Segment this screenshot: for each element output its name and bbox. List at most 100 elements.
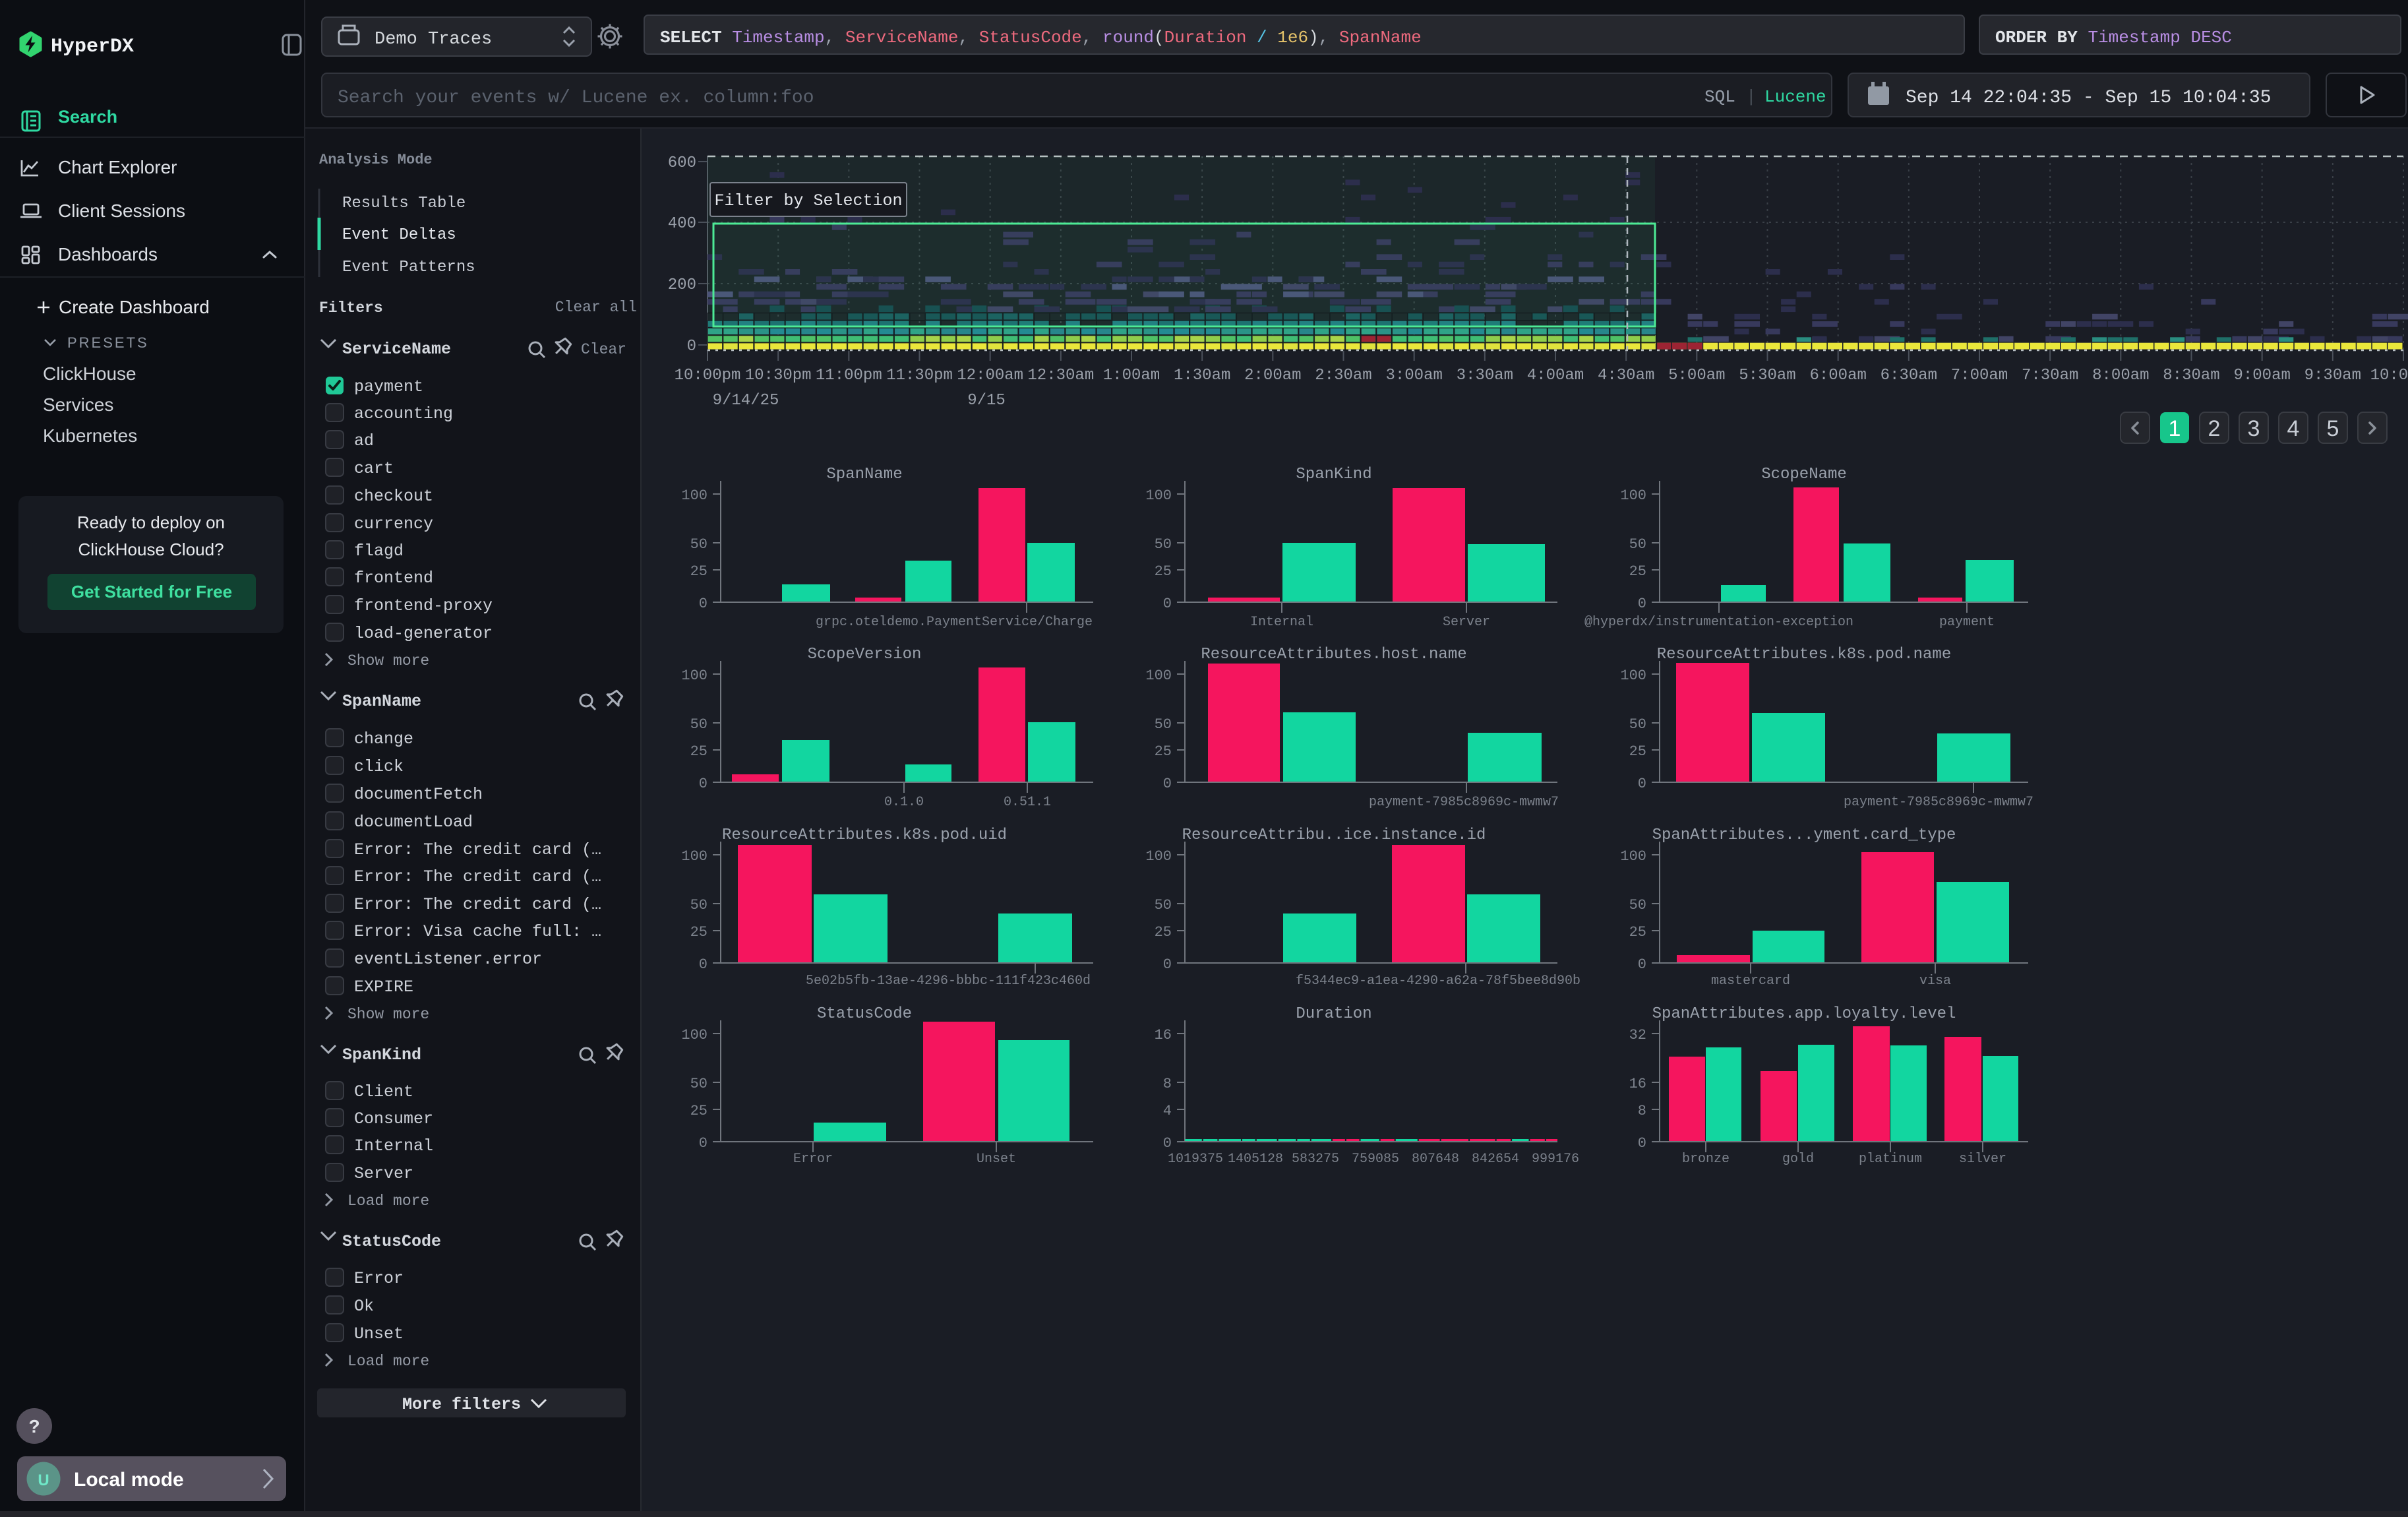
svg-text:50: 50 (1629, 897, 1646, 913)
svg-text:HyperDX: HyperDX (51, 36, 134, 58)
svg-text:25: 25 (1155, 563, 1172, 580)
svg-text:25: 25 (690, 563, 707, 580)
svg-text:Client: Client (354, 1082, 413, 1101)
svg-text:50: 50 (1155, 716, 1172, 733)
svg-text:?: ? (28, 1416, 40, 1437)
svg-text:842654: 842654 (1472, 1152, 1519, 1167)
svg-text:eventListener.error: eventListener.error (354, 950, 542, 969)
svg-text:11:30pm: 11:30pm (886, 367, 953, 385)
svg-text:Get Started for Free: Get Started for Free (71, 582, 232, 602)
svg-text:100: 100 (681, 1027, 707, 1043)
svg-text:ClickHouse Cloud?: ClickHouse Cloud? (78, 540, 224, 559)
svg-text:load-generator: load-generator (354, 624, 493, 643)
svg-text:ResourceAttribu..ice.instance.: ResourceAttribu..ice.instance.id (1182, 826, 1486, 844)
svg-text:200: 200 (668, 276, 696, 294)
svg-text:Event Deltas: Event Deltas (342, 226, 456, 244)
svg-text:100: 100 (681, 667, 707, 684)
svg-text:3:30am: 3:30am (1457, 367, 1513, 385)
svg-text:Error: Visa cache full: …: Error: Visa cache full: … (354, 922, 601, 941)
svg-text:12:30am: 12:30am (1027, 367, 1094, 385)
svg-text:payment: payment (1939, 615, 1995, 630)
svg-text:@hyperdx/instrumentation-excep: @hyperdx/instrumentation-exception (1584, 615, 1853, 630)
svg-text:f5344ec9-a1ea-4290-a62a-78f5be: f5344ec9-a1ea-4290-a62a-78f5bee8d90b (1296, 974, 1580, 989)
svg-text:gold: gold (1782, 1152, 1814, 1167)
svg-text:1:00am: 1:00am (1103, 367, 1160, 385)
svg-text:25: 25 (1155, 743, 1172, 760)
svg-text:Ok: Ok (354, 1297, 374, 1316)
svg-text:807648: 807648 (1412, 1152, 1459, 1167)
svg-text:ResourceAttributes.k8s.pod.uid: ResourceAttributes.k8s.pod.uid (722, 826, 1007, 844)
svg-text:ClickHouse: ClickHouse (43, 363, 136, 384)
svg-text:mastercard: mastercard (1711, 974, 1790, 989)
svg-text:grpc.oteldemo.PaymentService/C: grpc.oteldemo.PaymentService/Charge (816, 615, 1093, 630)
svg-text:click: click (354, 757, 404, 776)
svg-text:U: U (38, 1471, 49, 1489)
svg-text:100: 100 (1620, 667, 1646, 684)
svg-text:Unset: Unset (354, 1324, 404, 1344)
svg-text:payment: payment (354, 377, 423, 396)
svg-text:50: 50 (1629, 536, 1646, 553)
svg-text:bronze: bronze (1682, 1152, 1730, 1167)
svg-text:0: 0 (1638, 1135, 1646, 1152)
svg-text:100: 100 (1145, 667, 1172, 684)
svg-text:PRESETS: PRESETS (67, 334, 149, 351)
svg-text:16: 16 (1155, 1027, 1172, 1043)
svg-text:10:00pm: 10:00pm (675, 367, 741, 385)
svg-text:100: 100 (1620, 848, 1646, 865)
svg-text:SpanName: SpanName (826, 466, 902, 483)
svg-text:documentFetch: documentFetch (354, 785, 483, 804)
svg-text:Server: Server (1443, 615, 1490, 630)
svg-text:25: 25 (1629, 924, 1646, 941)
svg-text:Dashboards: Dashboards (58, 244, 158, 264)
svg-text:Filters: Filters (319, 299, 383, 317)
svg-text:10:00am: 10:00am (2370, 367, 2408, 385)
svg-text:0: 0 (699, 1135, 707, 1152)
svg-text:25: 25 (690, 924, 707, 941)
svg-text:8: 8 (1163, 1076, 1172, 1092)
svg-text:EXPIRE: EXPIRE (354, 977, 413, 997)
svg-text:1:30am: 1:30am (1174, 367, 1230, 385)
svg-text:50: 50 (1155, 897, 1172, 913)
svg-text:100: 100 (681, 487, 707, 504)
svg-text:Internal: Internal (1250, 615, 1313, 630)
svg-text:1405128: 1405128 (1228, 1152, 1283, 1167)
svg-text:1: 1 (2169, 416, 2181, 441)
svg-text:5:00am: 5:00am (1668, 367, 1725, 385)
svg-text:3:00am: 3:00am (1385, 367, 1442, 385)
svg-text:Load more: Load more (347, 1192, 429, 1210)
svg-text:Search your events w/ Lucene e: Search your events w/ Lucene ex. column:… (338, 88, 814, 108)
svg-text:StatusCode: StatusCode (342, 1232, 441, 1251)
svg-text:5e02b5fb-13ae-4296-bbbc-111f42: 5e02b5fb-13ae-4296-bbbc-111f423c460d (806, 974, 1091, 989)
svg-text:2: 2 (2208, 416, 2221, 441)
svg-text:100: 100 (1145, 487, 1172, 504)
svg-text:0: 0 (699, 956, 707, 973)
svg-text:Lucene: Lucene (1764, 87, 1826, 107)
svg-text:Event Patterns: Event Patterns (342, 259, 475, 276)
svg-text:Error: Error (354, 1269, 404, 1288)
svg-text:frontend-proxy: frontend-proxy (354, 596, 493, 615)
svg-text:9:00am: 9:00am (2233, 367, 2290, 385)
svg-text:Create Dashboard: Create Dashboard (59, 297, 210, 317)
svg-text:StatusCode: StatusCode (817, 1005, 912, 1023)
svg-text:SpanName: SpanName (342, 692, 421, 711)
svg-text:25: 25 (1155, 924, 1172, 941)
svg-text:visa: visa (1919, 974, 1951, 989)
svg-text:Chart Explorer: Chart Explorer (58, 157, 177, 177)
svg-text:11:00pm: 11:00pm (816, 367, 882, 385)
svg-text:Load more: Load more (347, 1353, 429, 1370)
svg-text:Client Sessions: Client Sessions (58, 201, 185, 221)
svg-text:0: 0 (1163, 1135, 1172, 1152)
svg-text:2:00am: 2:00am (1244, 367, 1301, 385)
svg-text:6:30am: 6:30am (1881, 367, 1937, 385)
svg-text:Error: The credit card (…: Error: The credit card (… (354, 840, 601, 859)
svg-text:999176: 999176 (1532, 1152, 1579, 1167)
svg-text:25: 25 (1629, 563, 1646, 580)
svg-text:payment-7985c8969c-mwmw7: payment-7985c8969c-mwmw7 (1369, 795, 1559, 810)
svg-text:ad: ad (354, 431, 374, 450)
svg-text:0.1.0: 0.1.0 (884, 795, 924, 810)
svg-text:0: 0 (1163, 956, 1172, 973)
svg-text:SpanKind: SpanKind (342, 1045, 421, 1065)
svg-text:8:30am: 8:30am (2163, 367, 2219, 385)
svg-text:4:30am: 4:30am (1598, 367, 1654, 385)
svg-text:Show more: Show more (347, 652, 429, 669)
